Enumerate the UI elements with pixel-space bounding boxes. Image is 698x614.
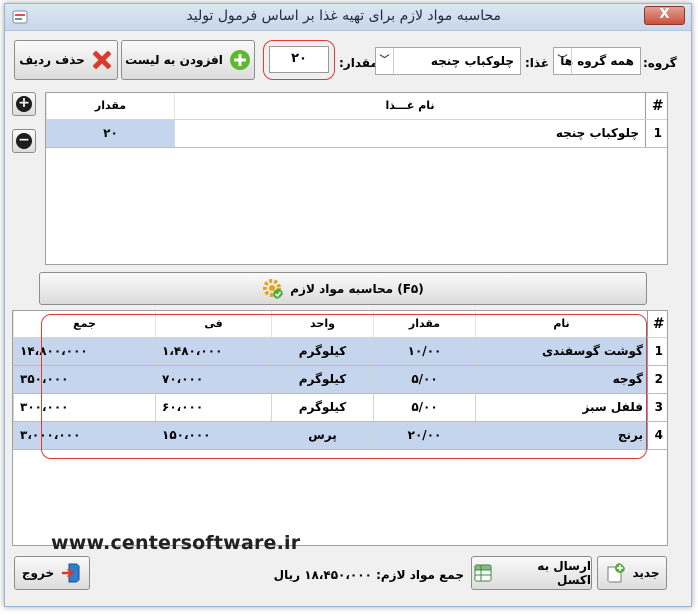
food-label: غذا: xyxy=(525,56,550,70)
close-button[interactable]: X xyxy=(644,6,685,25)
title-bar: محاسبه مواد لازم برای تهیه غذا بر اساس ف… xyxy=(5,4,691,31)
material-name-cell[interactable]: فلفل سبز xyxy=(475,393,648,422)
food-select[interactable]: چلوکباب چنجه ﹀ xyxy=(375,47,521,75)
table-row[interactable]: 1 چلوکباب چنجه ۲۰ xyxy=(46,119,667,148)
table-row[interactable]: 2 گوجه ۵/۰۰ کیلوگرم ۷۰،۰۰۰ ۳۵۰،۰۰۰ xyxy=(13,365,667,394)
new-label: جدید xyxy=(632,566,660,580)
material-unit-cell[interactable]: کیلوگرم xyxy=(271,337,374,366)
gear-check-icon xyxy=(263,278,284,299)
materials-grid-header: # نام مقدار واحد فی جمع xyxy=(13,311,667,338)
materials-grid: # نام مقدار واحد فی جمع 1 گوشت گوسفندی ۱… xyxy=(12,310,668,546)
material-sum-cell[interactable]: ۳،۰۰۰،۰۰۰ xyxy=(13,421,156,450)
exit-door-icon xyxy=(62,563,80,583)
material-qty-cell[interactable]: ۵/۰۰ xyxy=(373,393,476,422)
food-grid-header: # نام غـــذا مقدار xyxy=(46,93,667,120)
exit-button[interactable]: خروج xyxy=(14,556,90,590)
material-name-cell[interactable]: گوجه xyxy=(475,365,648,394)
column-header-num: # xyxy=(647,311,667,338)
new-document-icon xyxy=(607,563,626,583)
calculate-materials-button[interactable]: (F۵) محاسبه مواد لازم xyxy=(39,272,647,305)
quantity-input[interactable]: ۲۰ xyxy=(269,46,329,73)
calculate-materials-label: (F۵) محاسبه مواد لازم xyxy=(290,281,424,296)
app-window: محاسبه مواد لازم برای تهیه غذا بر اساس ف… xyxy=(4,3,692,607)
material-unit-cell[interactable]: کیلوگرم xyxy=(271,393,374,422)
table-row[interactable]: 3 فلفل سبز ۵/۰۰ کیلوگرم ۶۰،۰۰۰ ۳۰۰،۰۰۰ xyxy=(13,393,667,422)
group-label: گروه: xyxy=(643,56,677,70)
row-number: 2 xyxy=(647,365,667,394)
increase-quantity-button[interactable]: + xyxy=(12,92,36,116)
delete-row-label: حذف ردیف xyxy=(19,53,85,67)
add-to-list-label: افزودن به لیست xyxy=(125,53,223,67)
app-icon xyxy=(12,10,28,24)
new-button[interactable]: جدید xyxy=(597,556,667,590)
material-qty-cell[interactable]: ۵/۰۰ xyxy=(373,365,476,394)
row-number: 1 xyxy=(645,119,667,148)
export-excel-button[interactable]: ارسال به اکسل xyxy=(471,556,592,590)
row-number: 3 xyxy=(647,393,667,422)
column-header-food-name[interactable]: نام غـــذا xyxy=(174,93,646,120)
add-to-list-button[interactable]: افزودن به لیست xyxy=(121,40,255,80)
table-row[interactable]: 1 گوشت گوسفندی ۱۰/۰۰ کیلوگرم ۱،۴۸۰،۰۰۰ ۱… xyxy=(13,337,667,366)
column-header-sum[interactable]: جمع xyxy=(13,311,156,338)
row-number: 1 xyxy=(647,337,667,366)
material-unit-cell[interactable]: کیلوگرم xyxy=(271,365,374,394)
material-sum-cell[interactable]: ۳۰۰،۰۰۰ xyxy=(13,393,156,422)
website-url: www.centersoftware.ir xyxy=(51,532,301,554)
quantity-label: مقدار: xyxy=(339,56,378,70)
food-qty-cell[interactable]: ۲۰ xyxy=(46,119,175,148)
material-price-cell[interactable]: ۱،۴۸۰،۰۰۰ xyxy=(155,337,272,366)
column-header-quantity[interactable]: مقدار xyxy=(373,311,476,338)
column-header-quantity[interactable]: مقدار xyxy=(46,93,175,120)
delete-row-button[interactable]: حذف ردیف xyxy=(14,40,118,80)
chevron-down-icon: ﹀ xyxy=(376,48,394,74)
plus-circle-icon xyxy=(229,50,250,70)
material-sum-cell[interactable]: ۳۵۰،۰۰۰ xyxy=(13,365,156,394)
export-excel-label: ارسال به اکسل xyxy=(537,559,591,587)
group-select[interactable]: همه گروه ها ﹀ xyxy=(553,47,641,75)
material-qty-cell[interactable]: ۱۰/۰۰ xyxy=(373,337,476,366)
red-x-icon xyxy=(92,50,112,70)
material-unit-cell[interactable]: پرس xyxy=(271,421,374,450)
material-price-cell[interactable]: ۶۰،۰۰۰ xyxy=(155,393,272,422)
plus-icon: + xyxy=(16,96,32,112)
decrease-quantity-button[interactable]: − xyxy=(12,129,36,153)
column-header-unit[interactable]: واحد xyxy=(271,311,374,338)
window-title: محاسبه مواد لازم برای تهیه غذا بر اساس ف… xyxy=(186,8,501,24)
food-grid: # نام غـــذا مقدار 1 چلوکباب چنجه ۲۰ xyxy=(45,92,668,265)
total-materials-text: جمع مواد لازم: ۱۸،۴۵۰،۰۰۰ ریال xyxy=(273,568,464,582)
row-number: 4 xyxy=(647,421,667,450)
food-select-value: چلوکباب چنجه xyxy=(430,54,514,68)
minus-icon: − xyxy=(16,133,32,149)
material-price-cell[interactable]: ۱۵۰،۰۰۰ xyxy=(155,421,272,450)
material-name-cell[interactable]: گوشت گوسفندی xyxy=(475,337,648,366)
material-name-cell[interactable]: برنج xyxy=(475,421,648,450)
material-sum-cell[interactable]: ۱۴،۸۰۰،۰۰۰ xyxy=(13,337,156,366)
column-header-unit-price[interactable]: فی xyxy=(155,311,272,338)
table-row[interactable]: 4 برنج ۲۰/۰۰ پرس ۱۵۰،۰۰۰ ۳،۰۰۰،۰۰۰ xyxy=(13,421,667,450)
exit-label: خروج xyxy=(21,566,55,580)
excel-sheet-icon xyxy=(474,564,492,582)
column-header-name[interactable]: نام xyxy=(475,311,648,338)
food-name-cell[interactable]: چلوکباب چنجه xyxy=(174,119,646,148)
material-qty-cell[interactable]: ۲۰/۰۰ xyxy=(373,421,476,450)
chevron-down-icon: ﹀ xyxy=(554,48,572,74)
column-header-num: # xyxy=(645,93,667,120)
material-price-cell[interactable]: ۷۰،۰۰۰ xyxy=(155,365,272,394)
